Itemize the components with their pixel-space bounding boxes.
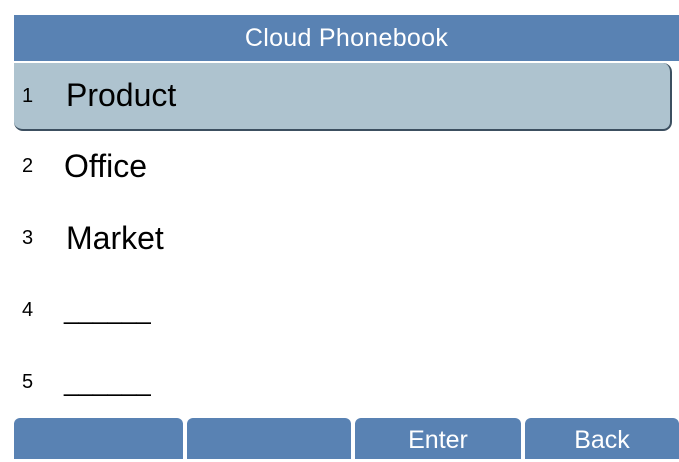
list-item-number: 2	[22, 155, 34, 177]
list-item-label: ______	[64, 367, 151, 397]
page-title: Cloud Phonebook	[14, 15, 679, 61]
list-item-number: 1	[22, 85, 34, 107]
softkey-1[interactable]	[14, 418, 183, 459]
list-item-office[interactable]: 2 Office	[14, 133, 672, 199]
softkey-2[interactable]	[187, 418, 351, 459]
list-item-product[interactable]: 1 Product	[14, 63, 672, 131]
list-item-empty-4[interactable]: 4 ______	[14, 275, 672, 341]
list-item-number: 5	[22, 371, 34, 393]
list-item-number: 4	[22, 299, 34, 321]
list-item-label: ______	[64, 295, 151, 325]
softkey-bar: Enter Back	[14, 418, 679, 459]
back-button[interactable]: Back	[525, 418, 679, 459]
list-item-label: Office	[59, 143, 185, 189]
enter-button[interactable]: Enter	[355, 418, 521, 459]
phone-screen: Cloud Phonebook 1 Product 2 Office 3 Mar…	[0, 0, 679, 459]
list-item-number: 3	[22, 227, 34, 249]
list-item-label: Product	[66, 77, 177, 113]
list-item-label: Market	[56, 215, 182, 261]
list-item-empty-5[interactable]: 5 ______	[14, 347, 672, 413]
list-item-market[interactable]: 3 Market	[14, 205, 672, 271]
